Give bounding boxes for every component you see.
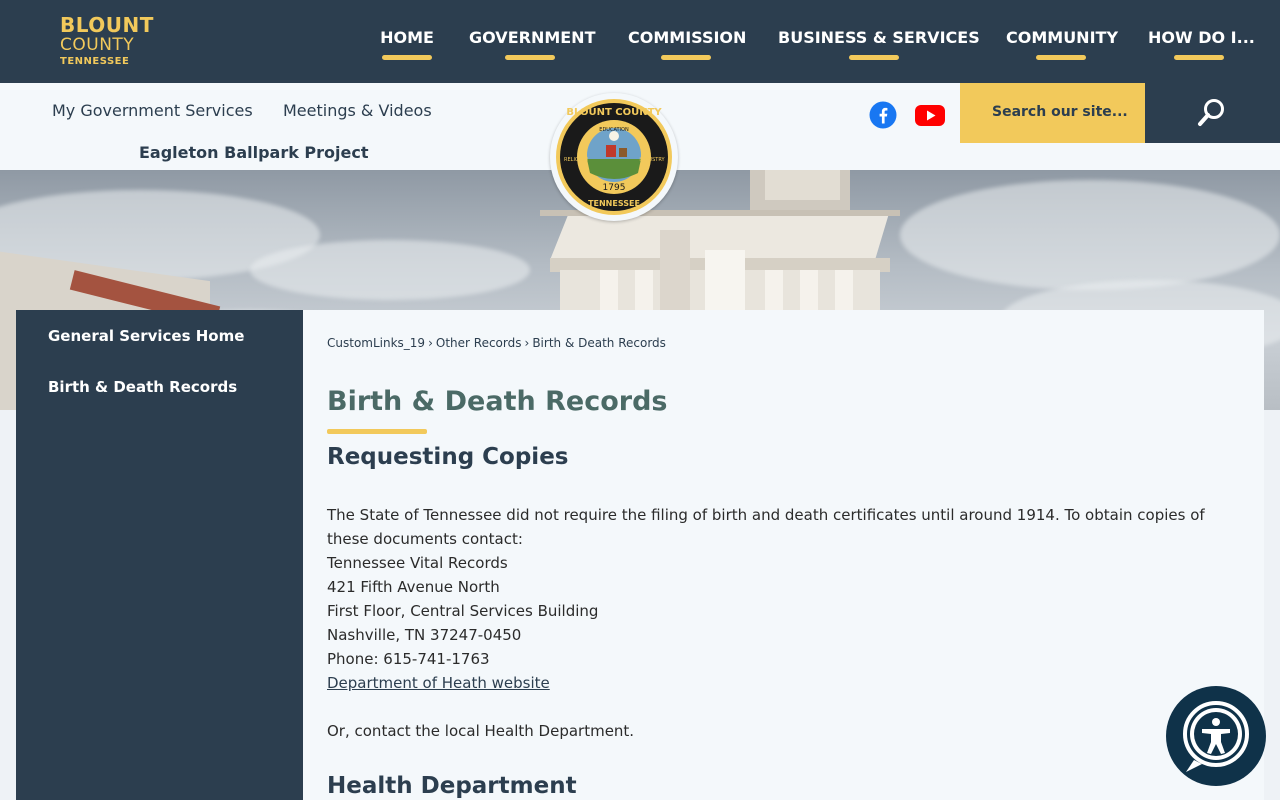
breadcrumb: CustomLinks_19 › Other Records › Birth & Dea… bbox=[327, 336, 666, 350]
address-line: Tennessee Vital Records bbox=[327, 554, 508, 572]
section-heading-requesting-copies: Requesting Copies bbox=[327, 444, 569, 470]
my-government-services-link[interactable]: My Government Services bbox=[52, 101, 253, 121]
top-navigation-bar: BLOUNT COUNTY TENNESSEE HOME GOVERNMENT … bbox=[0, 0, 1280, 83]
department-of-health-link[interactable]: Department of Heath website bbox=[327, 671, 550, 695]
site-logo[interactable]: BLOUNT COUNTY TENNESSEE bbox=[60, 14, 170, 70]
nav-underline bbox=[1174, 55, 1224, 60]
nav-underline bbox=[505, 55, 555, 60]
local-health-note: Or, contact the local Health Department. bbox=[327, 722, 635, 740]
nav-label: HOW DO I... bbox=[1148, 28, 1255, 47]
nav-label: COMMUNITY bbox=[1006, 28, 1119, 47]
breadcrumb-separator: › bbox=[524, 336, 530, 350]
address-line: Nashville, TN 37247-0450 bbox=[327, 626, 522, 644]
search-input[interactable]: Search our site... bbox=[960, 83, 1145, 143]
seal-top-text: BLOUNT COUNTY bbox=[566, 107, 662, 118]
breadcrumb-separator: › bbox=[428, 336, 433, 350]
accessibility-button[interactable] bbox=[1166, 686, 1266, 786]
seal-bottom-text: TENNESSEE bbox=[588, 199, 640, 208]
seal-upper-word: EDUCATION bbox=[599, 127, 629, 133]
facebook-icon[interactable] bbox=[869, 101, 897, 129]
county-seal: BLOUNT COUNTY EDUCATION RELIGION INDUSTR… bbox=[550, 93, 678, 221]
sidebar-item-general-services-home[interactable]: General Services Home bbox=[48, 327, 244, 345]
sidebar: General Services Home Birth & Death Reco… bbox=[16, 310, 303, 800]
phone-line: Phone: 615-741-1763 bbox=[327, 650, 490, 668]
nav-government[interactable]: GOVERNMENT bbox=[469, 28, 596, 62]
nav-label: HOME bbox=[380, 28, 434, 47]
youtube-icon[interactable] bbox=[914, 101, 946, 129]
eagleton-ballpark-link[interactable]: Eagleton Ballpark Project bbox=[139, 143, 369, 163]
intro-paragraph: The State of Tennessee did not require t… bbox=[327, 506, 1205, 548]
nav-home[interactable]: HOME bbox=[380, 28, 434, 62]
nav-community[interactable]: COMMUNITY bbox=[1006, 28, 1119, 62]
breadcrumb-item[interactable]: Other Records bbox=[436, 336, 522, 350]
nav-underline bbox=[849, 55, 899, 60]
seal-left-word: RELIGION bbox=[564, 157, 588, 163]
logo-line-3: TENNESSEE bbox=[60, 56, 130, 67]
nav-commission[interactable]: COMMISSION bbox=[628, 28, 747, 62]
meetings-videos-link[interactable]: Meetings & Videos bbox=[283, 101, 432, 121]
search-placeholder: Search our site... bbox=[992, 104, 1128, 120]
sidebar-item-birth-death-records[interactable]: Birth & Death Records bbox=[48, 378, 237, 396]
nav-how-do-i[interactable]: HOW DO I... bbox=[1148, 28, 1255, 62]
breadcrumb-item[interactable]: CustomLinks_19 bbox=[327, 336, 425, 350]
breadcrumb-current: Birth & Death Records bbox=[532, 336, 666, 350]
seal-right-word: INDUSTRY bbox=[639, 157, 665, 163]
nav-label: GOVERNMENT bbox=[469, 28, 596, 47]
nav-underline bbox=[661, 55, 711, 60]
search-icon bbox=[1198, 99, 1224, 126]
nav-underline bbox=[1036, 55, 1086, 60]
section-heading-health-department: Health Department bbox=[327, 773, 577, 799]
nav-label: BUSINESS & SERVICES bbox=[778, 28, 980, 47]
search-button[interactable] bbox=[1145, 83, 1280, 143]
logo-line-2: COUNTY bbox=[60, 35, 135, 55]
nav-business-services[interactable]: BUSINESS & SERVICES bbox=[778, 28, 980, 62]
page-title: Birth & Death Records bbox=[327, 386, 668, 417]
title-underline bbox=[327, 429, 427, 434]
nav-underline bbox=[382, 55, 432, 60]
nav-label: COMMISSION bbox=[628, 28, 747, 47]
address-line: 421 Fifth Avenue North bbox=[327, 578, 500, 596]
seal-year: 1795 bbox=[603, 183, 626, 193]
main-content: CustomLinks_19 › Other Records › Birth & Dea… bbox=[303, 310, 1264, 800]
address-line: First Floor, Central Services Building bbox=[327, 602, 599, 620]
logo-line-1: BLOUNT bbox=[60, 13, 154, 37]
accessibility-icon bbox=[1183, 701, 1249, 772]
